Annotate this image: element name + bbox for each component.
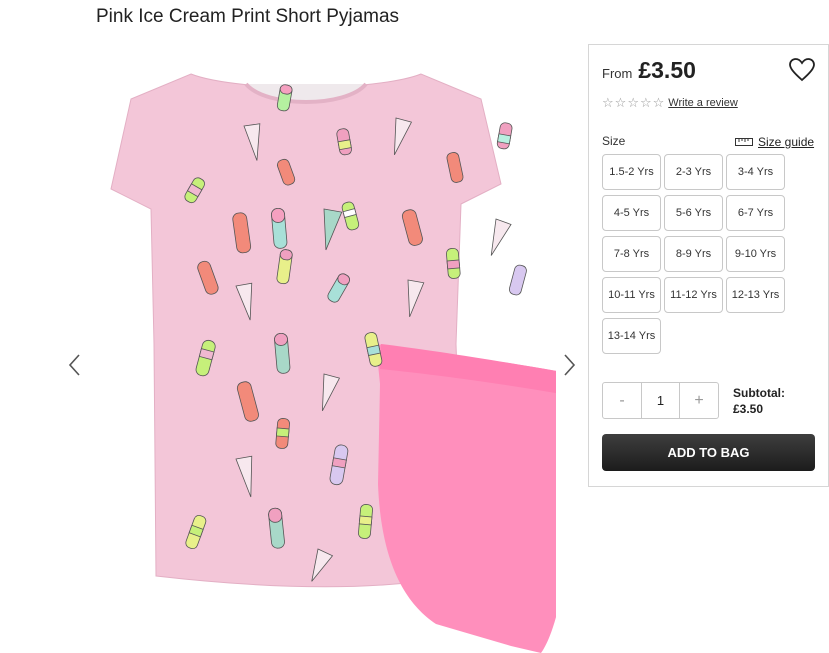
size-option[interactable]: 10-11 Yrs [602, 277, 661, 313]
gallery-prev-button[interactable] [62, 350, 86, 380]
star-icon[interactable]: ☆ [615, 96, 627, 109]
subtotal-value: £3.50 [733, 402, 764, 416]
qty-increase-button[interactable]: + [680, 383, 718, 418]
pyjama-shorts [376, 344, 556, 653]
size-option[interactable]: 1.5-2 Yrs [602, 154, 661, 190]
subtotal-label: Subtotal: [733, 386, 785, 400]
chevron-left-icon [68, 354, 80, 376]
size-options: 1.5-2 Yrs 2-3 Yrs 3-4 Yrs 4-5 Yrs 5-6 Yrs 6-7… [602, 154, 789, 354]
product-image [110, 73, 556, 653]
star-icon[interactable]: ☆ [653, 96, 665, 109]
chevron-right-icon [564, 354, 576, 376]
size-option[interactable]: 3-4 Yrs [726, 154, 785, 190]
subtotal: Subtotal: £3.50 [733, 385, 785, 417]
size-option[interactable]: 13-14 Yrs [602, 318, 661, 354]
write-review-link[interactable]: Write a review [668, 97, 737, 109]
size-option[interactable]: 2-3 Yrs [664, 154, 723, 190]
add-to-bag-button[interactable]: ADD TO BAG [602, 434, 815, 471]
rating-stars: ☆ ☆ ☆ ☆ ☆ [602, 96, 664, 109]
from-label: From [602, 66, 633, 81]
product-gallery [60, 44, 590, 653]
size-option[interactable]: 12-13 Yrs [726, 277, 785, 313]
size-option[interactable]: 9-10 Yrs [726, 236, 785, 272]
size-guide-label: Size guide [758, 135, 815, 149]
rating-row: ☆ ☆ ☆ ☆ ☆ Write a review [602, 96, 738, 109]
star-icon[interactable]: ☆ [627, 96, 639, 109]
size-option[interactable]: 8-9 Yrs [664, 236, 723, 272]
ruler-icon [735, 138, 753, 146]
star-icon[interactable]: ☆ [602, 96, 614, 109]
qty-input[interactable] [641, 383, 680, 418]
size-guide-link[interactable]: Size guide [735, 135, 814, 149]
heart-icon[interactable] [789, 58, 815, 82]
gallery-next-button[interactable] [558, 350, 582, 380]
size-option[interactable]: 7-8 Yrs [602, 236, 661, 272]
size-option[interactable]: 11-12 Yrs [664, 277, 723, 313]
size-option[interactable]: 5-6 Yrs [664, 195, 723, 231]
price-row: From £3.50 [602, 57, 696, 84]
qty-decrease-button[interactable]: - [603, 383, 641, 418]
size-label: Size [602, 134, 626, 148]
quantity-stepper: - + [602, 382, 719, 419]
size-option[interactable]: 6-7 Yrs [726, 195, 785, 231]
purchase-panel: From £3.50 ☆ ☆ ☆ ☆ ☆ Write a review Size Siz… [588, 44, 829, 487]
price: £3.50 [638, 57, 696, 83]
size-option[interactable]: 4-5 Yrs [602, 195, 661, 231]
product-title: Pink Ice Cream Print Short Pyjamas [96, 6, 400, 27]
star-icon[interactable]: ☆ [640, 96, 652, 109]
